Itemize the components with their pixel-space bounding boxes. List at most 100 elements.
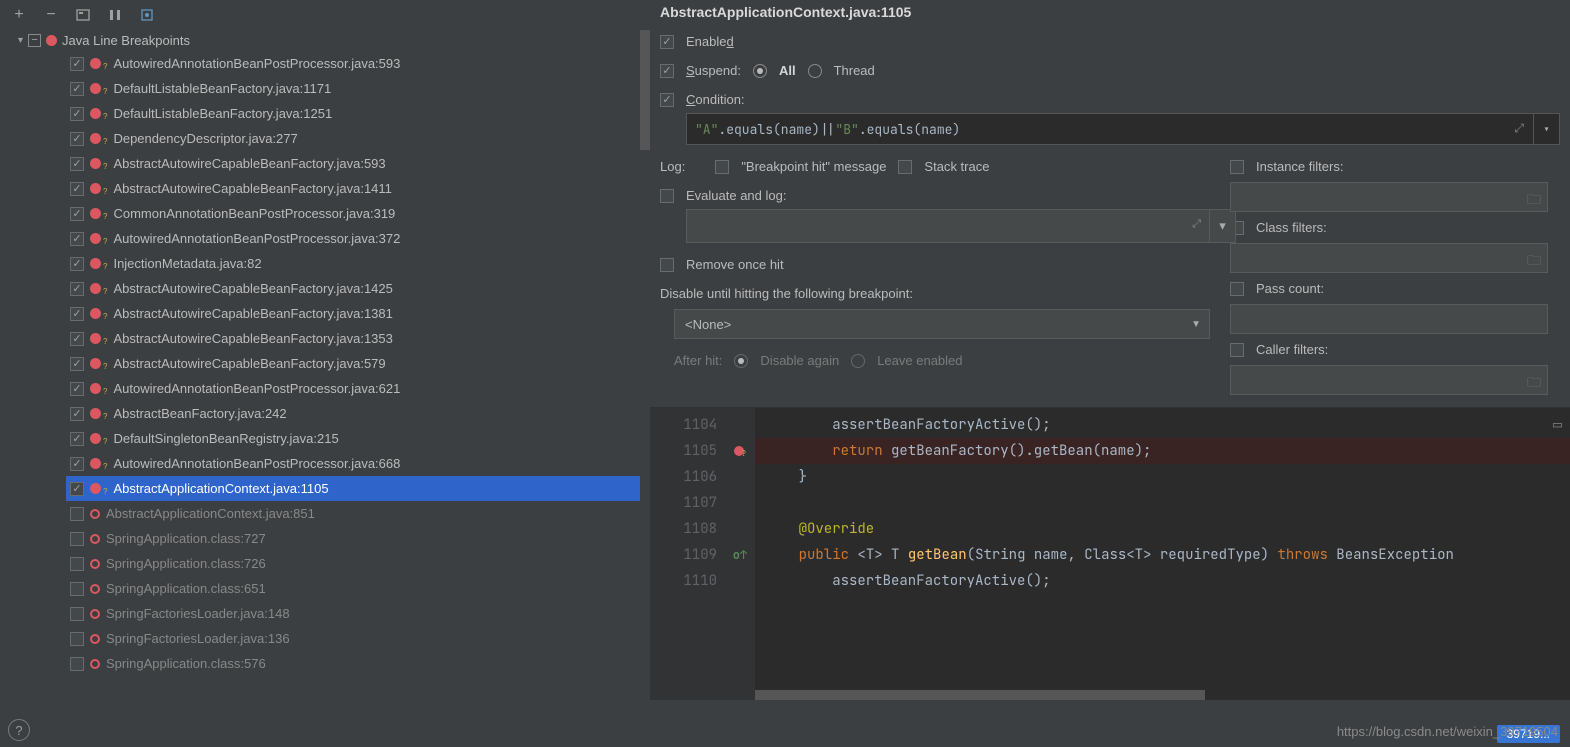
group-by-class-icon[interactable]	[106, 4, 124, 26]
remove-breakpoint-button[interactable]: −	[42, 4, 60, 26]
pass-count-input[interactable]	[1230, 304, 1548, 334]
breakpoint-item[interactable]: ?AutowiredAnnotationBeanPostProcessor.ja…	[66, 51, 650, 76]
evaluate-log-input[interactable]: ⤢ ▾	[686, 209, 1236, 243]
breakpoint-checkbox[interactable]	[70, 307, 84, 321]
remove-once-hit-checkbox[interactable]	[660, 258, 674, 272]
breakpoint-item[interactable]: ?AbstractAutowireCapableBeanFactory.java…	[66, 301, 650, 326]
breakpoint-checkbox[interactable]	[70, 257, 84, 271]
condition-history-dropdown[interactable]: ▾	[1533, 114, 1559, 144]
breakpoint-item[interactable]: ?DefaultSingletonBeanRegistry.java:215	[66, 426, 650, 451]
breakpoint-item[interactable]: SpringFactoriesLoader.java:136	[66, 626, 650, 651]
class-filters-input[interactable]: 🗀	[1230, 243, 1548, 273]
breakpoint-item[interactable]: ? InjectionMetadata.java:82	[66, 251, 650, 276]
question-mark-icon: ?	[103, 262, 107, 271]
breakpoint-item[interactable]: ?AutowiredAnnotationBeanPostProcessor.ja…	[66, 451, 650, 476]
question-mark-icon: ?	[103, 487, 107, 496]
breakpoint-item[interactable]: ?AutowiredAnnotationBeanPostProcessor.ja…	[66, 376, 650, 401]
log-message-checkbox[interactable]	[715, 160, 729, 174]
expand-icon[interactable]: ⤢	[1192, 218, 1201, 231]
breakpoint-item[interactable]: AbstractApplicationContext.java:851	[66, 501, 650, 526]
breakpoint-item[interactable]: ?AbstractBeanFactory.java:242	[66, 401, 650, 426]
browse-icon[interactable]: 🗀	[1527, 250, 1541, 274]
breakpoint-checkbox[interactable]	[70, 557, 84, 571]
breakpoint-label: SpringApplication.class:726	[106, 556, 266, 571]
evaluate-log-checkbox[interactable]	[660, 189, 674, 203]
breakpoint-checkbox[interactable]	[70, 107, 84, 121]
instance-filters-checkbox[interactable]	[1230, 160, 1244, 174]
breakpoint-label: AbstractApplicationContext.java:851	[106, 506, 315, 521]
pass-count-checkbox[interactable]	[1230, 282, 1244, 296]
breakpoint-checkbox[interactable]	[70, 382, 84, 396]
breakpoint-dot-icon	[90, 509, 100, 519]
suspend-all-radio[interactable]	[753, 64, 767, 78]
breakpoint-item[interactable]: ?AbstractAutowireCapableBeanFactory.java…	[66, 276, 650, 301]
expand-arrow-icon[interactable]: ▾	[18, 35, 23, 46]
breakpoint-item[interactable]: SpringApplication.class:727	[66, 526, 650, 551]
breakpoint-checkbox[interactable]	[70, 657, 84, 671]
breakpoint-item[interactable]: ?AbstractAutowireCapableBeanFactory.java…	[66, 326, 650, 351]
breakpoint-checkbox[interactable]	[70, 207, 84, 221]
breakpoint-checkbox[interactable]	[70, 157, 84, 171]
breakpoint-checkbox[interactable]	[70, 332, 84, 346]
instance-filters-input[interactable]: 🗀	[1230, 182, 1548, 212]
log-label: Log:	[660, 159, 685, 174]
question-mark-icon: ?	[103, 162, 107, 171]
breakpoint-checkbox[interactable]	[70, 57, 84, 71]
breakpoint-checkbox[interactable]	[70, 482, 84, 496]
disable-until-select[interactable]: <None> ▼	[674, 309, 1210, 339]
breakpoint-checkbox[interactable]	[70, 282, 84, 296]
breakpoint-item[interactable]: ?AutowiredAnnotationBeanPostProcessor.ja…	[66, 226, 650, 251]
breakpoint-checkbox[interactable]	[70, 632, 84, 646]
browse-icon[interactable]: 🗀	[1527, 372, 1541, 396]
breakpoint-item[interactable]: ?CommonAnnotationBeanPostProcessor.java:…	[66, 201, 650, 226]
horizontal-scrollbar[interactable]	[755, 690, 1205, 700]
breakpoint-item[interactable]: SpringApplication.class:576	[66, 651, 650, 676]
browse-icon[interactable]: 🗀	[1527, 189, 1541, 213]
breakpoint-checkbox[interactable]	[70, 507, 84, 521]
breakpoint-checkbox[interactable]	[70, 607, 84, 621]
expand-icon[interactable]: ⤢	[1514, 120, 1524, 136]
breakpoint-checkbox[interactable]	[70, 232, 84, 246]
add-breakpoint-button[interactable]: +	[10, 4, 28, 26]
suspend-checkbox[interactable]	[660, 64, 674, 78]
reader-mode-icon[interactable]: ▭	[1553, 414, 1562, 434]
breakpoint-checkbox[interactable]	[70, 582, 84, 596]
dropdown-icon[interactable]: ▾	[1209, 210, 1235, 242]
condition-checkbox[interactable]	[660, 93, 674, 107]
suspend-thread-radio[interactable]	[808, 64, 822, 78]
breakpoint-item[interactable]: ?DefaultListableBeanFactory.java:1251	[66, 101, 650, 126]
breakpoint-item[interactable]: SpringApplication.class:651	[66, 576, 650, 601]
breakpoint-checkbox[interactable]	[70, 132, 84, 146]
question-mark-icon: ?	[103, 112, 107, 121]
breakpoint-dot-icon	[90, 584, 100, 594]
breakpoint-item[interactable]: ?DependencyDescriptor.java:277	[66, 126, 650, 151]
breakpoint-checkbox[interactable]	[70, 82, 84, 96]
breakpoint-dot-icon	[90, 308, 101, 319]
breakpoint-label: InjectionMetadata.java:82	[113, 256, 261, 271]
caller-filters-checkbox[interactable]	[1230, 343, 1244, 357]
breakpoint-category-row[interactable]: ▾ − Java Line Breakpoints	[18, 30, 650, 51]
breakpoint-checkbox[interactable]	[70, 432, 84, 446]
breakpoint-checkbox[interactable]	[70, 457, 84, 471]
breakpoint-item[interactable]: ?DefaultListableBeanFactory.java:1171	[66, 76, 650, 101]
breakpoint-item[interactable]: ?AbstractApplicationContext.java:1105	[66, 476, 650, 501]
breakpoint-item[interactable]: ?AbstractAutowireCapableBeanFactory.java…	[66, 151, 650, 176]
help-button[interactable]: ?	[8, 719, 30, 741]
breakpoint-checkbox[interactable]	[70, 407, 84, 421]
collapse-all-icon[interactable]: −	[28, 34, 41, 47]
breakpoint-item[interactable]: SpringApplication.class:726	[66, 551, 650, 576]
tree-scrollbar[interactable]	[640, 30, 650, 688]
breakpoint-label: DefaultListableBeanFactory.java:1171	[113, 81, 331, 96]
stack-trace-checkbox[interactable]	[898, 160, 912, 174]
view-options-icon[interactable]	[138, 4, 156, 26]
group-by-file-icon[interactable]	[74, 4, 92, 26]
breakpoint-checkbox[interactable]	[70, 357, 84, 371]
breakpoint-item[interactable]: ?AbstractAutowireCapableBeanFactory.java…	[66, 351, 650, 376]
enabled-checkbox[interactable]	[660, 35, 674, 49]
condition-input[interactable]: "A".equals(name)|| "B".equals(name) ⤢ ▾	[686, 113, 1560, 145]
caller-filters-input[interactable]: 🗀	[1230, 365, 1548, 395]
breakpoint-item[interactable]: ?AbstractAutowireCapableBeanFactory.java…	[66, 176, 650, 201]
breakpoint-item[interactable]: SpringFactoriesLoader.java:148	[66, 601, 650, 626]
breakpoint-checkbox[interactable]	[70, 182, 84, 196]
breakpoint-checkbox[interactable]	[70, 532, 84, 546]
